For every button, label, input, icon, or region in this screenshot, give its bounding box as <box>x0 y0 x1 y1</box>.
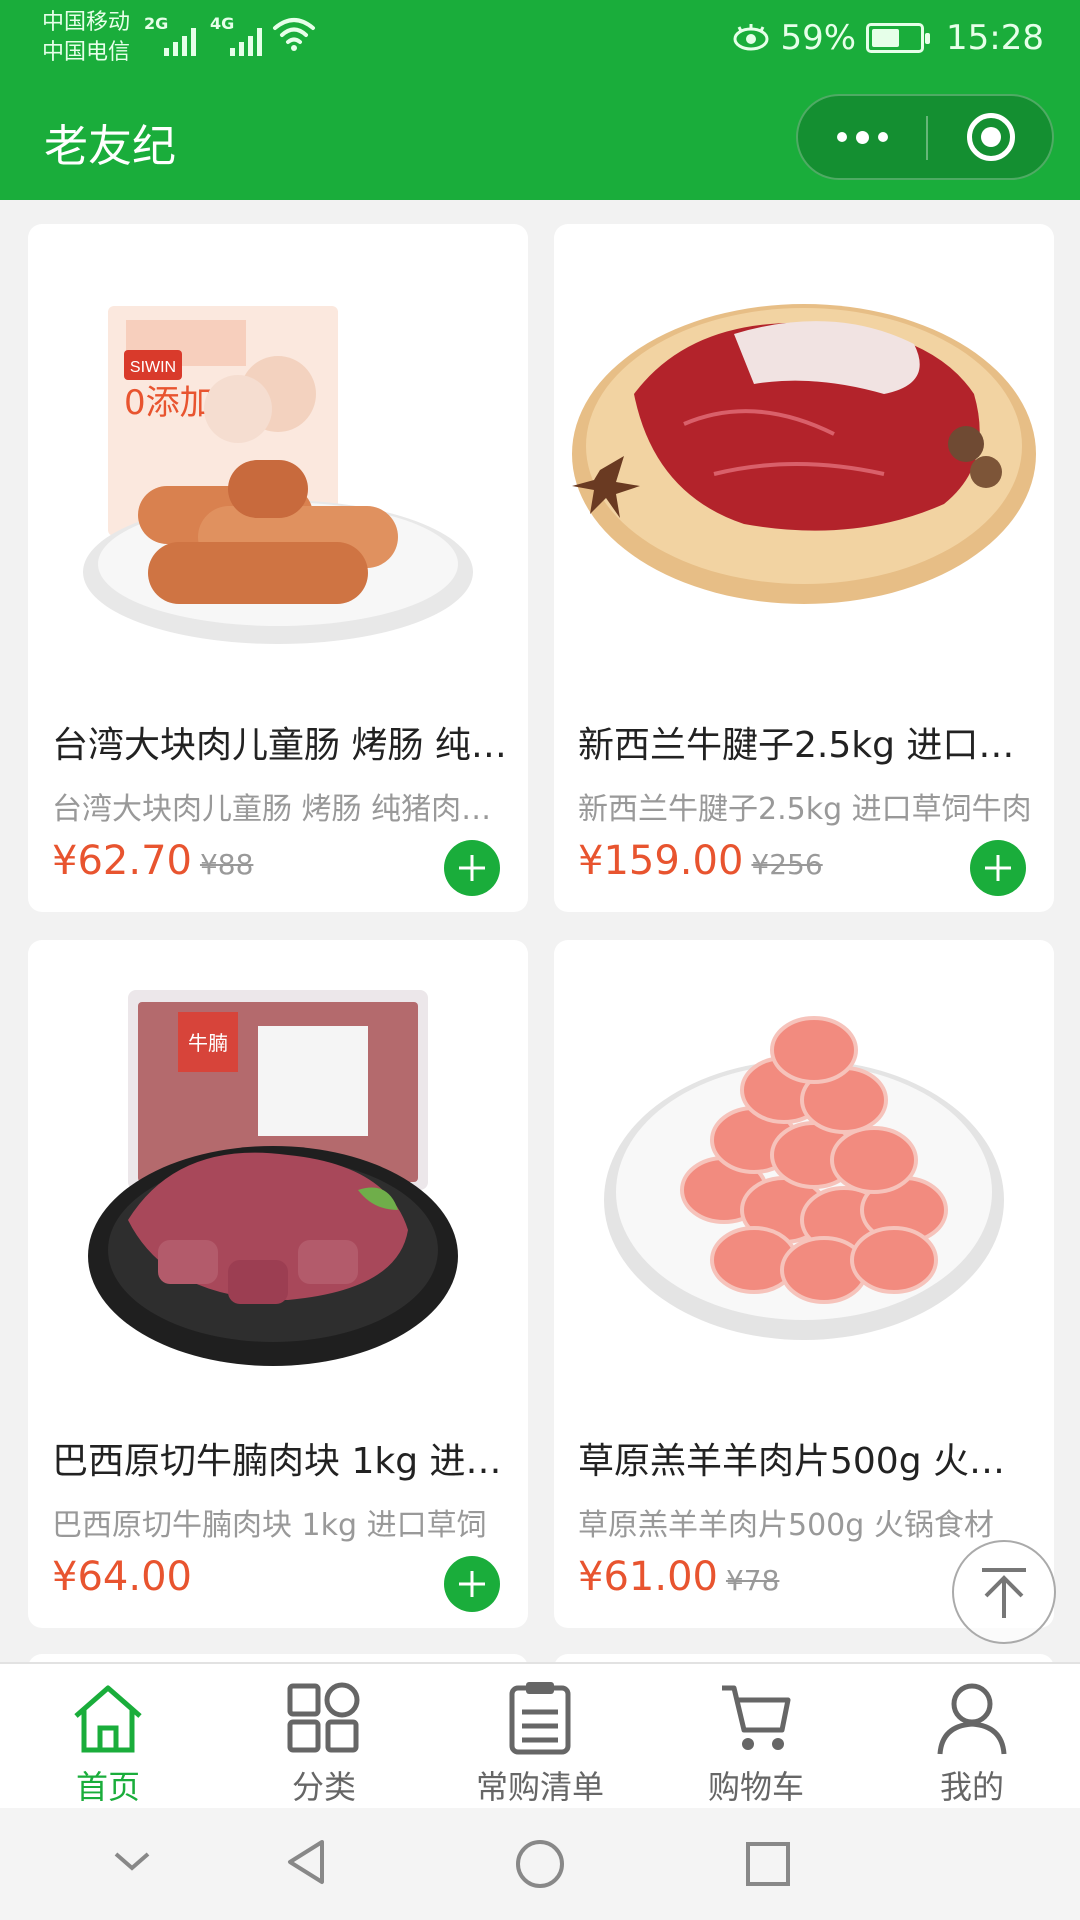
package-text: 0添加 <box>124 383 214 423</box>
product-name[interactable]: 台湾大块肉儿童肠 烤肠 纯猪肉香肠 <box>52 716 508 768</box>
more-dots-icon[interactable] <box>798 96 926 178</box>
nav-header: 老友纪 <box>0 80 1080 200</box>
plus-icon <box>459 1571 485 1597</box>
tab-label: 首页 <box>75 1768 140 1806</box>
product-desc: 新西兰牛腱子2.5kg 进口草饲牛肉 <box>578 792 1032 827</box>
tab-category[interactable]: 分类 <box>216 1664 432 1808</box>
original-price: ¥256 <box>751 848 823 881</box>
sausage-image: SIWIN 0添加 <box>83 306 473 644</box>
wifi-icon <box>273 18 315 51</box>
tab-label: 分类 <box>291 1768 356 1806</box>
product-card[interactable] <box>28 1654 528 1662</box>
product-desc: 巴西原切牛腩肉块 1kg 进口草饲 <box>52 1508 487 1543</box>
carrier-info: 中国移动 中国电信 <box>42 8 130 68</box>
user-icon <box>937 1683 1007 1755</box>
add-to-cart-button[interactable] <box>444 840 500 896</box>
tab-label: 常购清单 <box>475 1768 604 1806</box>
plus-icon <box>459 855 485 881</box>
carrier-name-1: 中国移动 <box>42 10 131 35</box>
product-card[interactable]: 牛腩 巴西原切牛腩肉块 1kg 进口草饲 巴西原切牛腩肉块 1kg 进口草饲 ¥… <box>28 940 528 1628</box>
add-to-cart-button[interactable] <box>444 1556 500 1612</box>
beef-shank-image <box>572 304 1036 604</box>
product-desc: 台湾大块肉儿童肠 烤肠 纯猪肉香肠 <box>52 792 508 827</box>
product-name[interactable]: 巴西原切牛腩肉块 1kg 进口草饲 <box>52 1432 508 1484</box>
product-price: ¥159.00 <box>578 838 744 884</box>
lamb-slices-image <box>604 1016 1004 1340</box>
close-mini-program-button[interactable] <box>928 96 1054 178</box>
plus-icon <box>985 855 1011 881</box>
product-grid: SIWIN 0添加 台湾大块肉儿童肠 烤肠 纯猪肉香肠 台湾大块肉儿童肠 烤肠 … <box>0 200 1080 1662</box>
price-row: ¥61.00 ¥78 <box>578 1554 779 1610</box>
product-card[interactable]: 草原羔羊羊肉片500g 火锅食材 草原羔羊羊肉片500g 火锅食材 ¥61.00… <box>554 940 1054 1628</box>
tab-label: 购物车 <box>707 1768 804 1806</box>
package-brand: SIWIN <box>130 359 176 376</box>
tab-profile[interactable]: 我的 <box>864 1664 1080 1808</box>
product-price: ¥64.00 <box>52 1554 192 1600</box>
home-circle-icon[interactable] <box>514 1838 566 1890</box>
product-price: ¥62.70 <box>52 838 192 884</box>
product-card[interactable]: SIWIN 0添加 台湾大块肉儿童肠 烤肠 纯猪肉香肠 台湾大块肉儿童肠 烤肠 … <box>28 224 528 912</box>
clipboard-list-icon <box>509 1682 571 1755</box>
battery-fill <box>872 29 900 47</box>
back-triangle-icon[interactable] <box>282 1836 330 1888</box>
add-to-cart-button[interactable] <box>970 840 1026 896</box>
product-price: ¥61.00 <box>578 1554 718 1600</box>
tab-bar: 首页 分类 常购清单 购物车 我的 <box>0 1662 1080 1808</box>
cart-icon <box>722 1685 791 1750</box>
battery-icon <box>866 23 931 53</box>
battery-percent: 59% <box>780 18 857 58</box>
product-name[interactable]: 草原羔羊羊肉片500g 火锅食材 <box>578 1432 1034 1484</box>
home-icon <box>74 1685 142 1753</box>
original-price: ¥88 <box>199 848 254 881</box>
mini-program-capsule <box>796 94 1054 180</box>
clock: 15:28 <box>946 18 1044 58</box>
tab-home[interactable]: 首页 <box>0 1664 216 1808</box>
chevron-down-icon[interactable] <box>110 1846 154 1876</box>
recent-apps-icon[interactable] <box>744 1840 792 1888</box>
target-icon <box>967 113 1015 161</box>
product-card[interactable]: 新西兰牛腱子2.5kg 进口草饲牛肉 新西兰牛腱子2.5kg 进口草饲牛肉 ¥1… <box>554 224 1054 912</box>
tab-shopping-list[interactable]: 常购清单 <box>432 1664 648 1808</box>
tab-label: 我的 <box>939 1768 1004 1806</box>
app-screen: 中国移动 中国电信 2G 4G 59% 15:28 老友纪 SIWIN 0添加 … <box>0 0 1080 1920</box>
price-row: ¥64.00 <box>52 1554 200 1610</box>
back-to-top-button[interactable] <box>952 1540 1056 1644</box>
product-card[interactable] <box>554 1654 1054 1662</box>
price-row: ¥62.70 ¥88 <box>52 838 253 894</box>
beef-brisket-image: 牛腩 <box>88 990 458 1366</box>
carrier-name-2: 中国电信 <box>42 40 131 65</box>
category-grid-icon <box>287 1682 360 1753</box>
system-nav-bar <box>0 1808 1080 1920</box>
tab-cart[interactable]: 购物车 <box>648 1664 864 1808</box>
page-title: 老友纪 <box>44 121 176 172</box>
eye-icon <box>733 24 769 51</box>
package-text: 牛腩 <box>188 1031 228 1055</box>
price-row: ¥159.00 ¥256 <box>578 838 823 894</box>
product-desc: 草原羔羊羊肉片500g 火锅食材 <box>578 1508 994 1543</box>
status-bar: 中国移动 中国电信 2G 4G 59% 15:28 <box>0 0 1080 80</box>
original-price: ¥78 <box>725 1564 780 1597</box>
arrow-up-icon <box>982 1568 1026 1618</box>
product-name[interactable]: 新西兰牛腱子2.5kg 进口草饲牛肉 <box>578 716 1034 768</box>
status-right: 59% 15:28 <box>732 14 1044 62</box>
